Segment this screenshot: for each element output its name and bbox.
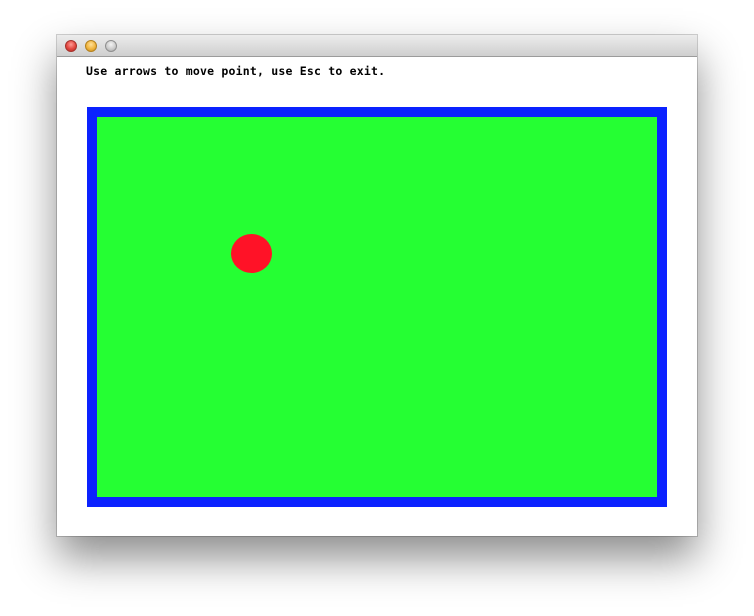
window-content: Use arrows to move point, use Esc to exi… [57,57,697,536]
app-window: Use arrows to move point, use Esc to exi… [57,35,697,536]
minimize-traffic-light-icon[interactable] [85,40,97,52]
playfield-border[interactable] [87,107,667,507]
window-titlebar[interactable] [57,35,697,57]
playfield-area[interactable] [97,117,657,497]
instructions-text: Use arrows to move point, use Esc to exi… [86,64,386,78]
close-traffic-light-icon[interactable] [65,40,77,52]
movable-point[interactable] [231,234,272,273]
zoom-traffic-light-icon[interactable] [105,40,117,52]
